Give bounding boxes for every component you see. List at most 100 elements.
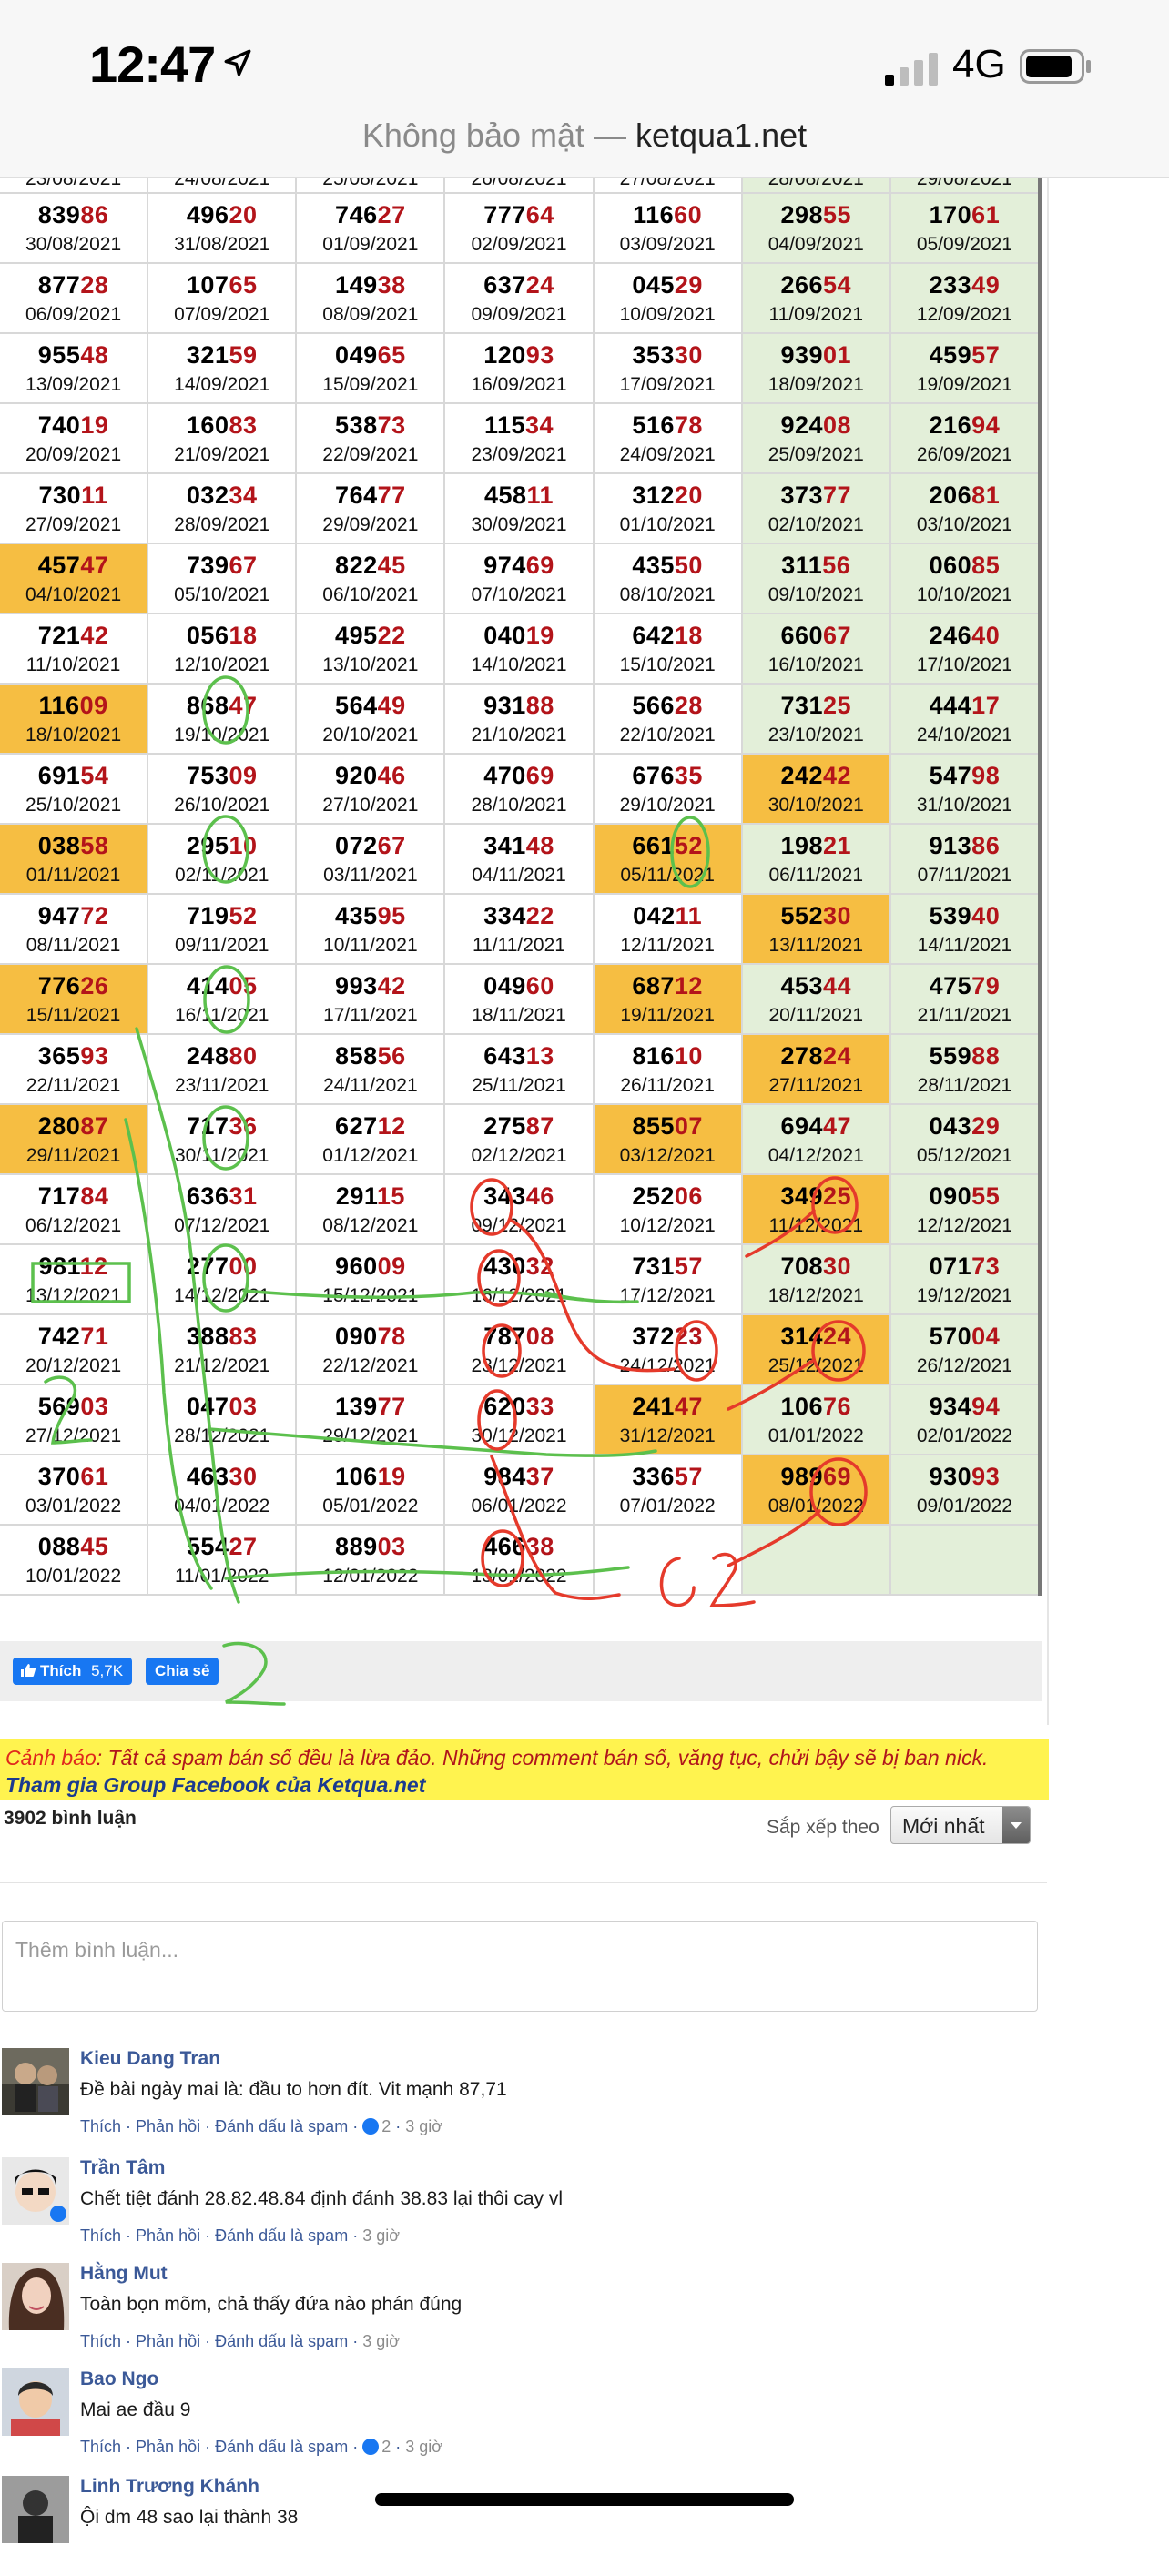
number-prefix: 717 bbox=[186, 1112, 229, 1140]
commenter-name[interactable]: Trần Tâm bbox=[80, 2157, 165, 2179]
like-link[interactable]: Thích bbox=[80, 2438, 121, 2456]
result-number: 63724 bbox=[445, 271, 592, 299]
commenter-name[interactable]: Kieu Dang Tran bbox=[80, 2048, 220, 2070]
reply-link[interactable]: Phản hồi bbox=[136, 2226, 200, 2245]
number-prefix: 090 bbox=[929, 1182, 972, 1210]
result-cell: 56903 27/12/2021 bbox=[0, 1385, 149, 1454]
reply-link[interactable]: Phản hồi bbox=[136, 2332, 200, 2350]
result-number: 88903 bbox=[297, 1533, 443, 1561]
mark-spam-link[interactable]: Đánh dấu là spam bbox=[215, 2438, 348, 2456]
result-number: 55988 bbox=[891, 1042, 1038, 1070]
commenter-name[interactable]: Linh Trương Khánh bbox=[80, 2476, 259, 2498]
reply-link[interactable]: Phản hồi bbox=[136, 2438, 200, 2456]
draw-date: 06/11/2021 bbox=[768, 865, 864, 886]
number-last-two: 84 bbox=[80, 1182, 109, 1210]
commenter-name[interactable]: Hằng Mut bbox=[80, 2263, 168, 2285]
draw-date: 16/09/2021 bbox=[471, 374, 567, 395]
number-last-two: 19 bbox=[80, 411, 109, 439]
mark-spam-link[interactable]: Đánh dấu là spam bbox=[215, 2226, 348, 2245]
draw-date: 11/11/2021 bbox=[472, 935, 565, 956]
result-cell: 24880 23/11/2021 bbox=[148, 1035, 298, 1103]
comment-input[interactable]: Thêm bình luận... bbox=[2, 1921, 1038, 2012]
draw-date: 20/10/2021 bbox=[322, 725, 419, 745]
number-last-two: 04 bbox=[971, 1323, 1001, 1350]
result-number: 44417 bbox=[891, 692, 1038, 720]
number-last-two: 98 bbox=[971, 762, 1001, 789]
draw-date: 08/12/2021 bbox=[322, 1215, 419, 1236]
result-number: 54798 bbox=[891, 762, 1038, 790]
number-last-two: 13 bbox=[525, 1042, 554, 1070]
avatar[interactable] bbox=[2, 2476, 69, 2543]
draw-date: 29/12/2021 bbox=[322, 1425, 419, 1446]
number-prefix: 115 bbox=[483, 411, 525, 439]
result-number: 14938 bbox=[297, 271, 443, 299]
facebook-group-link[interactable]: Tham gia Group Facebook của Ketqua.net bbox=[5, 1771, 1049, 1799]
draw-date: 31/08/2021 bbox=[174, 234, 270, 255]
result-number: 36593 bbox=[0, 1042, 147, 1070]
draw-date: 30/11/2021 bbox=[174, 1145, 269, 1166]
draw-date: 04/11/2021 bbox=[472, 865, 566, 886]
number-last-two: 27 bbox=[229, 1533, 258, 1560]
address-bar[interactable]: Không bảo mật — ketqua1.net bbox=[0, 117, 1169, 155]
result-number: 74271 bbox=[0, 1323, 147, 1351]
number-last-two: 03 bbox=[229, 1393, 258, 1420]
facebook-share-button[interactable]: Chia sẻ bbox=[146, 1658, 219, 1685]
number-last-two: 08 bbox=[823, 411, 852, 439]
result-cell: 05618 12/10/2021 bbox=[148, 614, 298, 683]
number-prefix: 043 bbox=[929, 1112, 972, 1140]
like-link[interactable]: Thích bbox=[80, 2226, 121, 2245]
result-number: 96009 bbox=[297, 1253, 443, 1281]
result-cell: 06085 10/10/2021 bbox=[890, 544, 1038, 613]
number-prefix: 088 bbox=[37, 1533, 81, 1560]
avatar[interactable] bbox=[2, 2368, 69, 2436]
number-prefix: 314 bbox=[780, 1323, 824, 1350]
number-last-two: 69 bbox=[823, 1463, 852, 1490]
result-cell: 71952 09/11/2021 bbox=[148, 895, 298, 963]
number-last-two: 11 bbox=[526, 482, 554, 509]
number-prefix: 552 bbox=[780, 902, 824, 929]
results-row: 45747 04/10/2021 73967 05/10/2021 82245 06/10… bbox=[0, 544, 1038, 614]
number-last-two: 73 bbox=[377, 411, 406, 439]
draw-date: 16/12/2021 bbox=[471, 1285, 567, 1306]
number-last-two: 25 bbox=[823, 692, 852, 719]
results-row: 03858 01/11/2021 29510 02/11/2021 07267 03/11… bbox=[0, 825, 1038, 895]
mark-spam-link[interactable]: Đánh dấu là spam bbox=[215, 2332, 348, 2350]
number-prefix: 746 bbox=[335, 201, 378, 228]
result-number: 04529 bbox=[595, 271, 741, 299]
number-last-two: 60 bbox=[674, 201, 703, 228]
result-number: 64313 bbox=[445, 1042, 592, 1070]
reply-link[interactable]: Phản hồi bbox=[136, 2117, 200, 2135]
avatar[interactable] bbox=[2, 2048, 69, 2115]
like-link[interactable]: Thích bbox=[80, 2117, 121, 2135]
number-prefix: 206 bbox=[929, 482, 972, 509]
result-cell: 36593 22/11/2021 bbox=[0, 1035, 149, 1103]
number-last-two: 54 bbox=[823, 271, 852, 299]
number-last-two: 34 bbox=[229, 482, 258, 509]
draw-date: 20/12/2021 bbox=[25, 1355, 122, 1376]
mark-spam-link[interactable]: Đánh dấu là spam bbox=[215, 2117, 348, 2135]
avatar[interactable] bbox=[2, 2157, 69, 2225]
commenter-name[interactable]: Bao Ngo bbox=[80, 2368, 158, 2390]
result-cell: 68712 19/11/2021 bbox=[594, 965, 743, 1033]
result-number: 62712 bbox=[297, 1112, 443, 1141]
avatar[interactable] bbox=[2, 2263, 69, 2330]
draw-date: 22/12/2021 bbox=[322, 1355, 419, 1376]
facebook-like-button[interactable]: Thích 5,7K bbox=[13, 1658, 133, 1685]
draw-date: 05/10/2021 bbox=[174, 584, 270, 605]
number-prefix: 739 bbox=[186, 552, 229, 579]
result-number: 93901 bbox=[743, 341, 889, 370]
number-last-two: 55 bbox=[823, 201, 852, 228]
result-number: 74627 bbox=[297, 201, 443, 229]
like-link[interactable]: Thích bbox=[80, 2332, 121, 2350]
number-last-two: 27 bbox=[377, 201, 406, 228]
sort-select[interactable]: Mới nhất bbox=[890, 1806, 1031, 1844]
number-last-two: 86 bbox=[80, 201, 109, 228]
result-cell: 04529 10/09/2021 bbox=[595, 264, 743, 332]
draw-date: 21/11/2021 bbox=[917, 1005, 1012, 1026]
number-prefix: 708 bbox=[780, 1253, 824, 1280]
result-number: 56449 bbox=[297, 692, 443, 720]
result-number: 77764 bbox=[445, 201, 592, 229]
number-prefix: 839 bbox=[37, 201, 81, 228]
draw-date: 06/12/2021 bbox=[25, 1215, 122, 1236]
comment-item: Linh Trương Khánh Ội dm 48 sao lại thành… bbox=[0, 2476, 1047, 2576]
